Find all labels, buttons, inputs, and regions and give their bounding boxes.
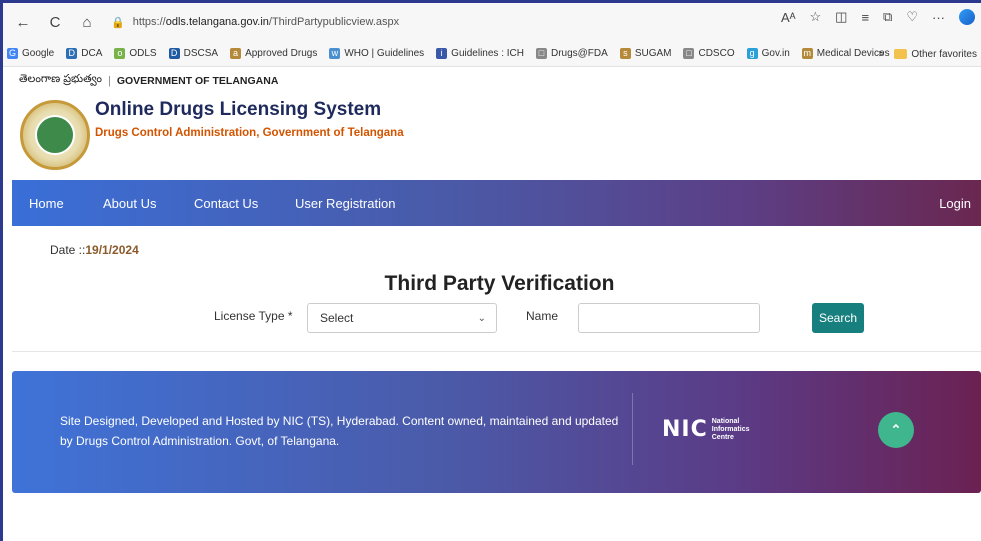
lock-icon: 🔒 bbox=[111, 16, 125, 29]
favorite-site-icon: w bbox=[329, 48, 341, 59]
favorite-item[interactable]: m Medical Devices bbox=[801, 48, 890, 59]
main-nav: Home About Us Contact Us User Registrati… bbox=[12, 180, 981, 226]
favorite-site-icon: s bbox=[619, 48, 631, 59]
footer-divider bbox=[632, 393, 633, 465]
favorite-item[interactable]: s SUGAM bbox=[619, 48, 672, 59]
favorite-label: DSCSA bbox=[183, 48, 219, 59]
govt-label: GOVERNMENT OF TELANGANA bbox=[116, 74, 279, 87]
favorite-label: Gov.in bbox=[761, 48, 790, 59]
url-prefix: https:// bbox=[132, 16, 166, 28]
favorite-label: CDSCO bbox=[698, 48, 735, 59]
name-label: Name bbox=[526, 309, 559, 323]
footer: Site Designed, Developed and Hosted by N… bbox=[12, 371, 981, 493]
favorite-item[interactable]: G Google bbox=[7, 48, 54, 59]
name-input[interactable] bbox=[578, 303, 760, 333]
favorite-item[interactable]: □ CDSCO bbox=[683, 48, 735, 59]
favorite-item[interactable]: g Gov.in bbox=[746, 48, 790, 59]
nav-user-registration[interactable]: User Registration bbox=[295, 196, 395, 211]
favorite-label: ODLS bbox=[129, 48, 157, 59]
favorite-star-icon[interactable]: ☆ bbox=[810, 9, 822, 25]
favorite-site-icon: □ bbox=[683, 48, 695, 59]
favorite-label: SUGAM bbox=[634, 48, 672, 59]
favorite-site-icon: m bbox=[801, 48, 813, 59]
scroll-to-top-icon[interactable]: ⌃ bbox=[878, 412, 914, 448]
page-title: Third Party Verification bbox=[384, 272, 615, 295]
favorite-item[interactable]: a Approved Drugs bbox=[230, 48, 317, 59]
split-screen-icon[interactable]: ◫ bbox=[835, 9, 847, 25]
reload-icon[interactable]: C bbox=[43, 10, 67, 34]
nic-fullname: National Informatics Centre bbox=[711, 417, 750, 441]
nav-contact-us[interactable]: Contact Us bbox=[194, 196, 258, 211]
footer-credits: Site Designed, Developed and Hosted by N… bbox=[60, 414, 619, 448]
favorites-overflow: > Other favorites bbox=[879, 41, 977, 66]
favorite-item[interactable]: o ODLS bbox=[114, 48, 157, 59]
site-subtitle: Drugs Control Administration, Government… bbox=[95, 127, 404, 139]
government-line: తెలంగాణ ప్రభుత్వం | GOVERNMENT OF TELANG… bbox=[19, 73, 278, 88]
favorites-list-icon[interactable]: ≡ bbox=[861, 10, 869, 25]
license-type-label: License Type * bbox=[214, 309, 293, 323]
favorite-site-icon: □ bbox=[535, 48, 547, 59]
favorite-site-icon: a bbox=[230, 48, 242, 59]
favorite-site-icon: i bbox=[436, 48, 448, 59]
url-path: /ThirdPartypublicview.aspx bbox=[268, 16, 400, 28]
favorite-label: WHO | Guidelines bbox=[344, 48, 425, 59]
favorite-item[interactable]: D DCA bbox=[66, 48, 102, 59]
nav-about-us[interactable]: About Us bbox=[103, 196, 156, 211]
read-aloud-icon[interactable]: Aᴬ bbox=[781, 10, 796, 25]
nic-mark: NIC bbox=[662, 417, 708, 442]
favorite-item[interactable]: D DSCSA bbox=[168, 48, 219, 59]
nic-logo: NIC National Informatics Centre bbox=[662, 417, 749, 442]
nav-home[interactable]: Home bbox=[29, 196, 64, 211]
folder-icon bbox=[894, 49, 908, 59]
collections-icon[interactable]: ⧉ bbox=[883, 9, 892, 25]
date-value: 19/1/2024 bbox=[85, 243, 139, 257]
favorite-label: Approved Drugs bbox=[245, 48, 318, 59]
favorite-site-icon: G bbox=[7, 48, 18, 59]
favorite-site-icon: o bbox=[114, 48, 126, 59]
separator: | bbox=[107, 74, 111, 87]
favorite-label: Guidelines : ICH bbox=[451, 48, 524, 59]
url-host: odls.telangana.gov.in bbox=[165, 16, 269, 28]
telugu-govt-label: తెలంగాణ ప్రభుత్వం bbox=[19, 73, 102, 85]
browser-toolbar: ← C ⌂ 🔒 https://odls.telangana.gov.in/Th… bbox=[3, 3, 981, 41]
license-type-selected: Select bbox=[320, 311, 354, 325]
favorite-label: Google bbox=[22, 48, 55, 59]
more-icon[interactable]: ··· bbox=[932, 10, 945, 25]
extensions-icon[interactable]: ♡ bbox=[906, 9, 918, 25]
favorites-more-icon[interactable]: > bbox=[879, 49, 885, 60]
favorites-bar: G Google D DCA o ODLS D DSCSA a Approved Drugs w WH… bbox=[3, 41, 981, 67]
site-title: Online Drugs Licensing System bbox=[95, 99, 382, 120]
favorite-site-icon: D bbox=[66, 48, 78, 59]
home-icon[interactable]: ⌂ bbox=[75, 10, 99, 34]
favorite-label: DCA bbox=[81, 48, 103, 59]
favorite-item[interactable]: □ Drugs@FDA bbox=[535, 48, 608, 59]
license-type-select[interactable]: Select ⌄ bbox=[307, 303, 497, 333]
favorite-item[interactable]: w WHO | Guidelines bbox=[329, 48, 424, 59]
copilot-icon[interactable] bbox=[959, 9, 975, 25]
nav-login[interactable]: Login bbox=[939, 196, 971, 211]
telangana-emblem-logo bbox=[20, 100, 90, 170]
date-display: Date ::19/1/2024 bbox=[50, 243, 139, 257]
address-bar[interactable]: 🔒 https://odls.telangana.gov.in/ThirdPar… bbox=[111, 9, 711, 35]
favorite-site-icon: g bbox=[746, 48, 758, 59]
browser-actions: Aᴬ ☆ ◫ ≡ ⧉ ♡ ··· bbox=[781, 9, 975, 25]
favorite-site-icon: D bbox=[168, 48, 180, 59]
chevron-down-icon: ⌄ bbox=[477, 313, 486, 324]
other-favorites[interactable]: Other favorites bbox=[911, 49, 977, 60]
back-icon[interactable]: ← bbox=[11, 10, 35, 34]
date-label: Date :: bbox=[50, 243, 86, 257]
content-divider bbox=[12, 351, 981, 352]
favorite-item[interactable]: i Guidelines : ICH bbox=[436, 48, 524, 59]
search-button[interactable]: Search bbox=[812, 303, 864, 333]
favorite-label: Drugs@FDA bbox=[550, 48, 608, 59]
